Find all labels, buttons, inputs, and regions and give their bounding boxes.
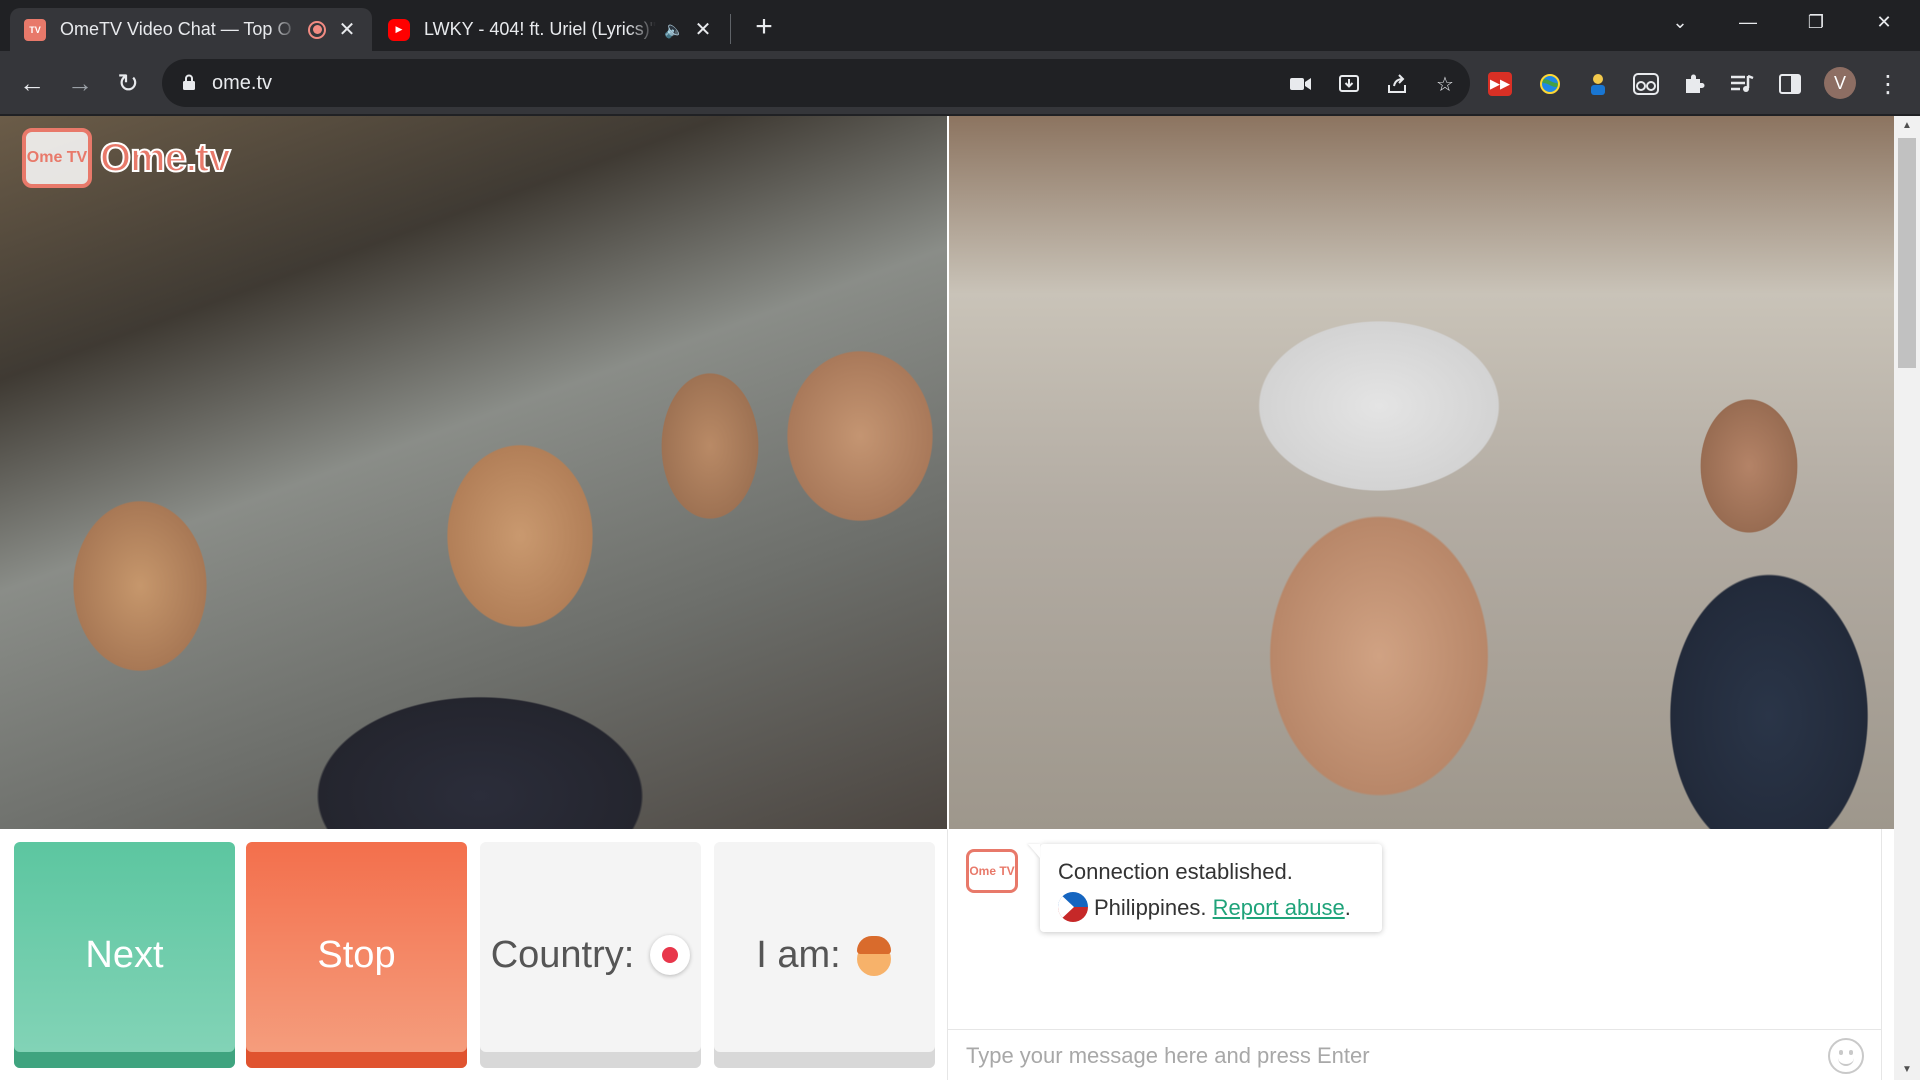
tab-title: OmeTV Video Chat — Top O <box>60 19 292 39</box>
tab-youtube[interactable]: ▶ LWKY - 404! ft. Uriel (Lyrics)"| 🔈 ✕ <box>374 8 728 51</box>
reload-button[interactable]: ↻ <box>110 65 146 101</box>
recording-icon <box>308 20 326 39</box>
extension-globe-icon[interactable] <box>1536 70 1564 98</box>
boy-face-icon <box>855 934 893 976</box>
scrollbar-thumb[interactable] <box>1898 138 1916 368</box>
system-message-bubble: Connection established. Philippines. Rep… <box>1040 844 1382 932</box>
partner-country-line: Philippines. Report abuse. <box>1058 890 1364 926</box>
minimize-button[interactable]: — <box>1718 0 1778 44</box>
emoji-picker-icon[interactable] <box>1828 1038 1864 1074</box>
extension-red-icon[interactable]: ▶▶ <box>1488 72 1512 96</box>
country-filter-button[interactable]: Country: <box>480 842 701 1068</box>
share-icon[interactable] <box>1384 71 1410 97</box>
ometv-logo-icon: Ome TV <box>22 128 92 188</box>
youtube-favicon-icon: ▶ <box>388 18 410 41</box>
scroll-down-arrow-icon[interactable]: ▼ <box>1894 1060 1920 1080</box>
stop-button[interactable]: Stop <box>246 842 467 1068</box>
connection-message: Connection established. <box>1058 859 1293 884</box>
chat-panel: Ome TV Connection established. Philippin… <box>947 829 1882 1080</box>
bookmark-star-icon[interactable]: ☆ <box>1432 71 1458 97</box>
ometv-watermark: Ome TV Ome.tv <box>22 128 232 188</box>
forward-button[interactable]: → <box>62 65 98 101</box>
next-button[interactable]: Next <box>14 842 235 1068</box>
close-tab-icon[interactable]: ✕ <box>336 19 358 41</box>
address-bar[interactable]: ome.tv ☆ <box>162 59 1470 107</box>
self-camera-video <box>949 116 1894 829</box>
close-tab-icon[interactable]: ✕ <box>692 19 714 41</box>
new-tab-button[interactable]: + <box>748 12 780 44</box>
tab-separator <box>730 14 731 44</box>
speaker-icon[interactable]: 🔈 <box>664 20 684 40</box>
tab-title: LWKY - 404! ft. Uriel (Lyrics)"| <box>424 19 657 39</box>
close-window-button[interactable]: ✕ <box>1854 0 1914 44</box>
page-scrollbar[interactable]: ▲ ▼ <box>1894 116 1920 1080</box>
chat-message-input[interactable] <box>966 1040 1786 1072</box>
report-abuse-link[interactable]: Report abuse <box>1213 895 1345 920</box>
country-selector-icon <box>650 935 691 975</box>
tab-strip: TV OmeTV Video Chat — Top O ✕ ▶ LWKY - 4… <box>0 0 1920 51</box>
tab-search-button[interactable]: ⌄ <box>1650 0 1710 44</box>
report-suffix: . <box>1344 895 1351 920</box>
extension-glasses-icon[interactable] <box>1632 70 1660 98</box>
back-button[interactable]: ← <box>14 65 50 101</box>
philippines-flag-icon <box>1058 892 1088 922</box>
partner-video: Ome TV Ome.tv <box>0 116 947 829</box>
extensions-puzzle-icon[interactable] <box>1680 70 1708 98</box>
next-button-label: Next <box>85 933 164 976</box>
scroll-up-arrow-icon[interactable]: ▲ <box>1894 116 1920 136</box>
partner-country: Philippines. <box>1094 895 1207 920</box>
tab-ometv[interactable]: TV OmeTV Video Chat — Top O ✕ <box>10 8 372 51</box>
i-am-label: I am: <box>756 933 841 976</box>
restore-button[interactable]: ❐ <box>1786 0 1846 44</box>
country-label: Country: <box>490 933 635 976</box>
more-menu-icon[interactable]: ⋮ <box>1874 70 1902 98</box>
ometv-page: Ome TV Ome.tv Next Stop Country: I am: O… <box>0 116 1920 1080</box>
ometv-chat-logo-icon: Ome TV <box>966 849 1018 893</box>
extension-agent-icon[interactable] <box>1584 70 1612 98</box>
camera-in-use-icon[interactable] <box>1288 71 1314 97</box>
gender-select-button[interactable]: I am: <box>714 842 935 1068</box>
install-app-icon[interactable] <box>1336 71 1362 97</box>
media-control-icon[interactable] <box>1728 70 1756 98</box>
url-text[interactable]: ome.tv <box>212 72 272 95</box>
ometv-brand-text: Ome.tv <box>99 135 232 181</box>
lock-icon[interactable] <box>182 74 196 90</box>
stop-button-label: Stop <box>317 933 396 976</box>
profile-avatar[interactable]: V <box>1824 67 1856 99</box>
chat-input-row <box>948 1029 1881 1080</box>
ometv-favicon-icon: TV <box>24 18 46 41</box>
side-panel-icon[interactable] <box>1776 70 1804 98</box>
